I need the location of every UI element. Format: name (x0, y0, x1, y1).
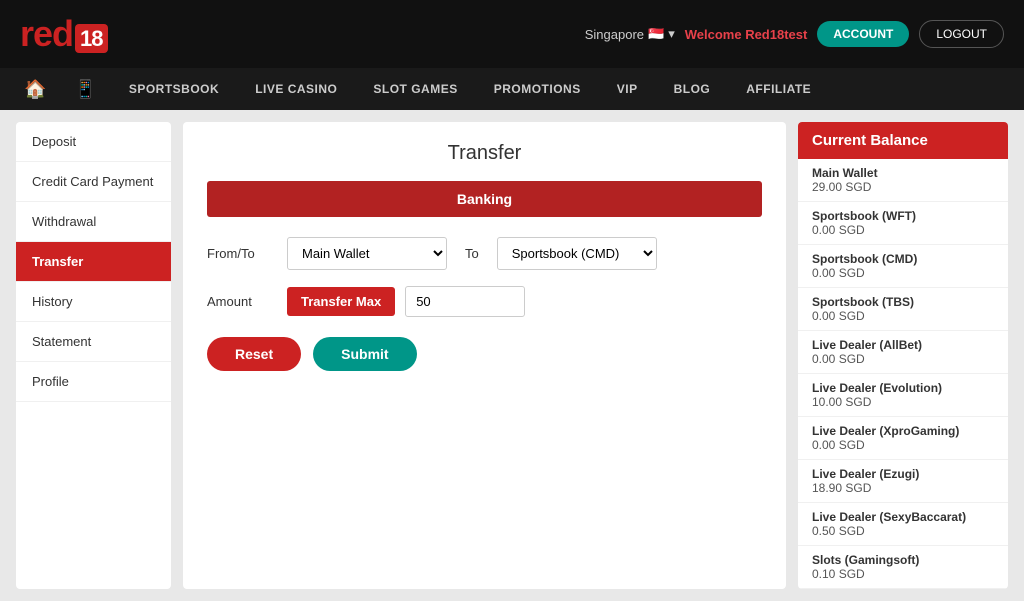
balance-item-value: 0.00 SGD (812, 266, 994, 280)
amount-row: Amount Transfer Max (207, 286, 762, 317)
balance-item-label: Sportsbook (TBS) (812, 295, 994, 309)
from-select[interactable]: Main Wallet (287, 237, 447, 270)
chevron-down-icon: ▾ (668, 26, 675, 42)
balance-item-label: Live Dealer (Evolution) (812, 381, 994, 395)
main-wrapper: Deposit Credit Card Payment Withdrawal T… (0, 110, 1024, 601)
balance-item: Live Dealer (AllBet)0.00 SGD (798, 331, 1008, 374)
balance-item: Sportsbook (TBS)0.00 SGD (798, 288, 1008, 331)
submit-button[interactable]: Submit (313, 337, 416, 371)
balance-item: Live Dealer (SexyBaccarat)0.50 SGD (798, 503, 1008, 546)
amount-label: Amount (207, 294, 277, 309)
balance-item-value: 0.00 SGD (812, 438, 994, 452)
balance-item-value: 0.10 SGD (812, 567, 994, 581)
top-bar: red18 Singapore 🇸🇬 ▾ Welcome Red18test A… (0, 0, 1024, 68)
nav-sportsbook[interactable]: SPORTSBOOK (111, 68, 237, 110)
balance-item: Sportsbook (CMD)0.00 SGD (798, 245, 1008, 288)
to-label: To (457, 246, 487, 261)
sidebar-item-statement[interactable]: Statement (16, 322, 171, 362)
flag-icon: 🇸🇬 (648, 26, 664, 42)
balance-item-value: 0.50 SGD (812, 524, 994, 538)
balance-item-value: 29.00 SGD (812, 180, 994, 194)
nav-affiliate[interactable]: AFFILIATE (728, 68, 829, 110)
logout-button[interactable]: LOGOUT (919, 20, 1004, 48)
balance-item-label: Live Dealer (XproGaming) (812, 424, 994, 438)
balance-item-value: 18.90 SGD (812, 481, 994, 495)
balance-item: Main Wallet29.00 SGD (798, 159, 1008, 202)
balance-item: Live Dealer (Ezugi)18.90 SGD (798, 460, 1008, 503)
balance-item-value: 10.00 SGD (812, 395, 994, 409)
balance-item-label: Slots (Gamingsoft) (812, 553, 994, 567)
balance-item-label: Main Wallet (812, 166, 994, 180)
content-area: Transfer Banking From/To Main Wallet To … (183, 122, 786, 589)
from-to-row: From/To Main Wallet To Sportsbook (CMD) (207, 237, 762, 270)
region-label: Singapore (585, 27, 644, 42)
logo-text: red18 (20, 13, 108, 55)
welcome-text: Welcome Red18test (685, 27, 808, 42)
balance-panel: Current Balance Main Wallet29.00 SGDSpor… (798, 122, 1008, 589)
balance-item-label: Live Dealer (SexyBaccarat) (812, 510, 994, 524)
sidebar-item-history[interactable]: History (16, 282, 171, 322)
reset-button[interactable]: Reset (207, 337, 301, 371)
logo-18: 18 (75, 24, 107, 53)
banking-header: Banking (207, 181, 762, 217)
to-select[interactable]: Sportsbook (CMD) (497, 237, 657, 270)
sidebar: Deposit Credit Card Payment Withdrawal T… (16, 122, 171, 589)
username: Red18test (745, 27, 807, 42)
nav-vip[interactable]: VIP (599, 68, 656, 110)
nav-live-casino[interactable]: LIVE CASINO (237, 68, 355, 110)
transfer-max-button[interactable]: Transfer Max (287, 287, 395, 316)
nav-bar: 🏠 📱 SPORTSBOOK LIVE CASINO SLOT GAMES PR… (0, 68, 1024, 110)
nav-promotions[interactable]: PROMOTIONS (476, 68, 599, 110)
top-right-area: Singapore 🇸🇬 ▾ Welcome Red18test ACCOUNT… (585, 20, 1004, 48)
account-button[interactable]: ACCOUNT (817, 21, 909, 47)
sidebar-item-deposit[interactable]: Deposit (16, 122, 171, 162)
balance-item-label: Live Dealer (AllBet) (812, 338, 994, 352)
logo: red18 (20, 13, 108, 55)
balance-list: Main Wallet29.00 SGDSportsbook (WFT)0.00… (798, 159, 1008, 589)
from-to-label: From/To (207, 246, 277, 261)
home-icon[interactable]: 🏠 (10, 79, 60, 100)
nav-blog[interactable]: BLOG (656, 68, 729, 110)
balance-item-label: Sportsbook (CMD) (812, 252, 994, 266)
sidebar-item-withdrawal[interactable]: Withdrawal (16, 202, 171, 242)
sidebar-item-transfer[interactable]: Transfer (16, 242, 171, 282)
sidebar-item-credit-card[interactable]: Credit Card Payment (16, 162, 171, 202)
balance-header: Current Balance (798, 122, 1008, 159)
action-buttons: Reset Submit (207, 337, 762, 371)
nav-slot-games[interactable]: SLOT GAMES (355, 68, 475, 110)
balance-item: Live Dealer (XproGaming)0.00 SGD (798, 417, 1008, 460)
sidebar-item-profile[interactable]: Profile (16, 362, 171, 402)
region-selector[interactable]: Singapore 🇸🇬 ▾ (585, 26, 675, 42)
balance-item-value: 0.00 SGD (812, 352, 994, 366)
balance-item-value: 0.00 SGD (812, 223, 994, 237)
balance-item: Live Dealer (Evolution)10.00 SGD (798, 374, 1008, 417)
balance-item-label: Live Dealer (Ezugi) (812, 467, 994, 481)
amount-input[interactable] (405, 286, 525, 317)
balance-item: Sportsbook (WFT)0.00 SGD (798, 202, 1008, 245)
balance-item: Slots (Gamingsoft)0.10 SGD (798, 546, 1008, 589)
balance-item-value: 0.00 SGD (812, 309, 994, 323)
balance-item-label: Sportsbook (WFT) (812, 209, 994, 223)
page-title: Transfer (207, 142, 762, 165)
mobile-icon[interactable]: 📱 (60, 79, 110, 100)
